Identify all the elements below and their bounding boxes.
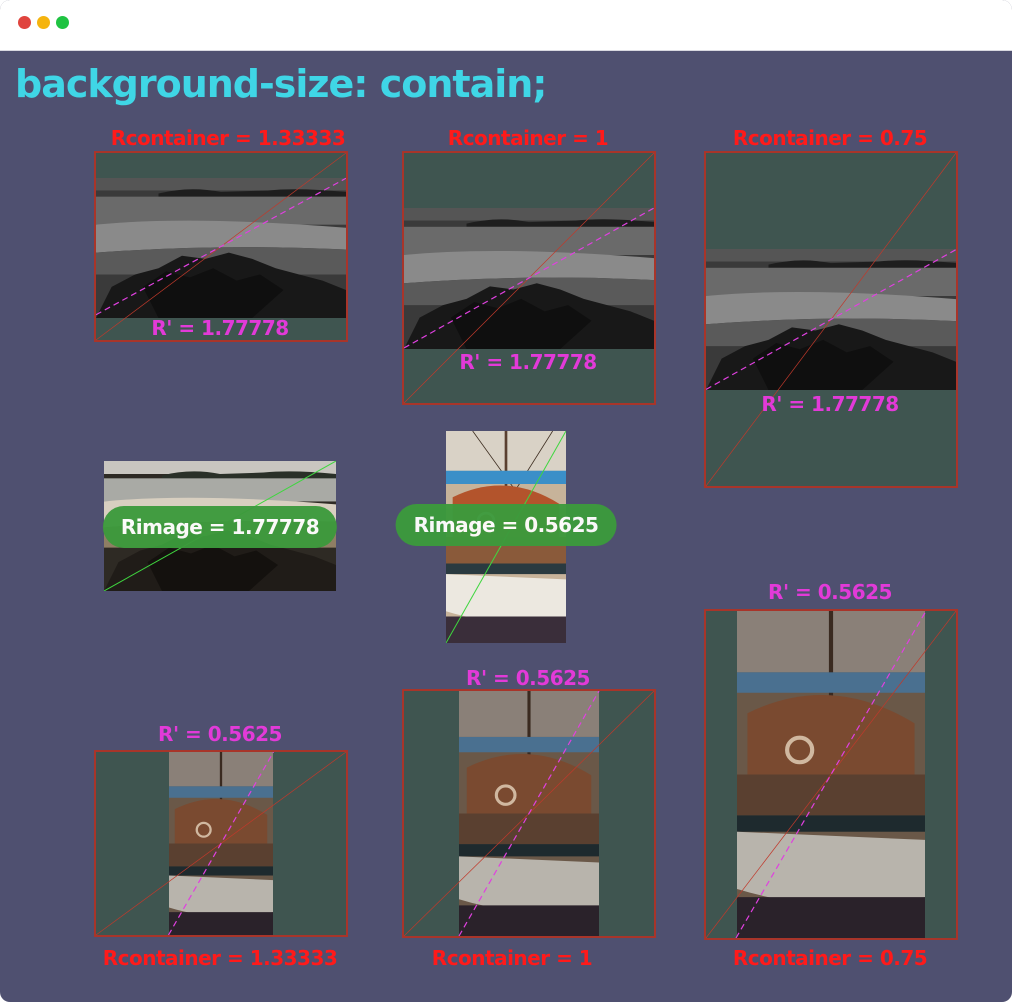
container-square-portrait: [402, 689, 656, 938]
container-wide-landscape: [94, 151, 348, 342]
container-ratio-label: Rcontainer = 1.33333: [102, 946, 338, 970]
page-title: background-size: contain;: [15, 62, 547, 106]
r-prime-label: R' = 1.77778: [151, 316, 289, 340]
r-prime-label: R' = 0.5625: [158, 722, 282, 746]
container-diagonal: [404, 691, 654, 936]
container-ratio-label: Rcontainer = 1: [447, 126, 609, 150]
container-wide-portrait: [94, 750, 348, 937]
container-diagonal: [706, 611, 956, 938]
container-tall-portrait: [704, 609, 958, 940]
container-ratio-label: Rcontainer = 1: [431, 946, 593, 970]
container-ratio-label: Rcontainer = 0.75: [732, 946, 928, 970]
maximize-icon[interactable]: [56, 16, 69, 29]
r-prime-label: R' = 1.77778: [761, 392, 899, 416]
r-prime-label: R' = 0.5625: [466, 666, 590, 690]
container-ratio-label: Rcontainer = 1.33333: [110, 126, 346, 150]
container-ratio-label: Rcontainer = 0.75: [732, 126, 928, 150]
close-icon[interactable]: [18, 16, 31, 29]
minimize-icon[interactable]: [37, 16, 50, 29]
browser-window: background-size: contain; Rcontainer = 1…: [0, 0, 1012, 1002]
r-prime-label: R' = 0.5625: [768, 580, 892, 604]
container-diagonal: [706, 153, 956, 486]
title-bar: [0, 0, 1012, 51]
rimage-pill: Rimage = 0.5625: [395, 504, 617, 546]
container-diagonal: [96, 752, 346, 935]
container-diagonal: [96, 153, 346, 340]
rimage-pill: Rimage = 1.77778: [102, 506, 338, 548]
r-prime-label: R' = 1.77778: [459, 350, 597, 374]
container-tall-landscape: [704, 151, 958, 488]
